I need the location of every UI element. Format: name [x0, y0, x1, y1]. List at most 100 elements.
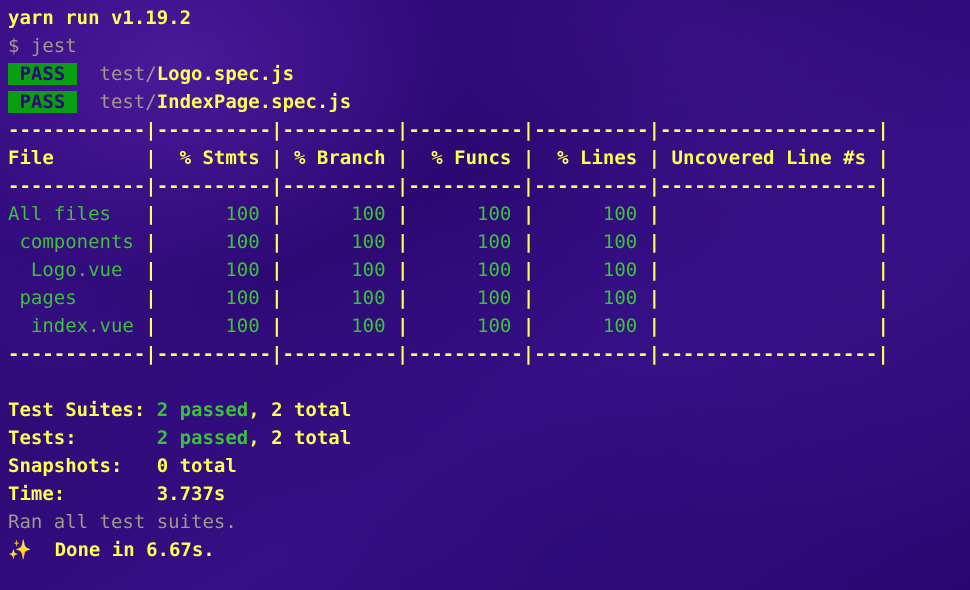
column-divider: |	[396, 147, 409, 169]
cell-lines: 100	[534, 259, 649, 281]
cell-branch: 100	[282, 287, 397, 309]
column-divider: |	[648, 259, 661, 281]
column-divider: |	[271, 147, 283, 169]
summary-time-value: 3.737s	[156, 483, 226, 505]
column-divider: |	[396, 259, 409, 281]
cell-stmts: 100	[156, 315, 272, 337]
summary-passed-count: 2 passed	[156, 427, 249, 449]
header-branch: % Branch	[282, 147, 397, 169]
summary-test-suites-row: Test Suites: 2 passed, 2 total	[8, 396, 970, 424]
column-divider: |	[396, 203, 409, 225]
header-lines: % Lines	[534, 147, 649, 169]
column-divider: |	[271, 231, 283, 253]
cell-uncovered	[660, 231, 877, 253]
test-path-dir: test/	[99, 63, 157, 85]
table-row: index.vue | 100 | 100 | 100 | 100 | |	[8, 312, 970, 340]
test-path-file: Logo.spec.js	[156, 63, 295, 85]
column-divider: |	[145, 259, 157, 281]
command-line: $ jest	[8, 32, 970, 60]
cell-lines: 100	[534, 203, 649, 225]
column-divider: |	[648, 287, 661, 309]
header-file: File	[8, 147, 146, 169]
cell-file: index.vue	[8, 315, 146, 337]
summary-snapshots-row: Snapshots: 0 total	[8, 452, 970, 480]
cell-file: All files	[8, 203, 146, 225]
test-suite-result-row: PASS test/IndexPage.spec.js	[8, 88, 970, 116]
test-path-dir: test/	[99, 91, 157, 113]
coverage-table-top-rule: ------------|----------|----------|-----…	[8, 119, 889, 141]
column-divider: |	[877, 231, 889, 253]
terminal-output: yarn run v1.19.2 $ jest PASS test/Logo.s…	[0, 0, 970, 590]
header-stmts: % Stmts	[156, 147, 272, 169]
ran-all-suites-text: Ran all test suites.	[8, 511, 237, 533]
cell-funcs: 100	[408, 259, 523, 281]
cell-funcs: 100	[408, 203, 523, 225]
summary-tests-row: Tests: 2 passed, 2 total	[8, 424, 970, 452]
cell-stmts: 100	[156, 287, 272, 309]
cell-uncovered	[660, 259, 877, 281]
column-divider: |	[522, 147, 535, 169]
done-line: ✨ Done in 6.67s.	[8, 536, 970, 564]
cell-uncovered	[660, 203, 877, 225]
header-uncovered: Uncovered Line #s	[660, 147, 878, 169]
column-divider: |	[396, 231, 409, 253]
column-divider: |	[396, 315, 409, 337]
cell-lines: 100	[534, 315, 649, 337]
cell-funcs: 100	[408, 287, 523, 309]
summary-label-time: Time:	[8, 483, 157, 505]
cell-lines: 100	[534, 231, 649, 253]
summary-label-snapshots: Snapshots:	[8, 455, 157, 477]
cell-branch: 100	[282, 203, 397, 225]
summary-time-row: Time: 3.737s	[8, 480, 970, 508]
column-divider: |	[648, 315, 661, 337]
cell-funcs: 100	[408, 231, 523, 253]
yarn-run-header-line: yarn run v1.19.2	[8, 4, 970, 32]
column-divider: |	[877, 315, 889, 337]
column-divider: |	[271, 259, 283, 281]
coverage-table-mid-rule: ------------|----------|----------|-----…	[8, 175, 889, 197]
cell-stmts: 100	[156, 231, 272, 253]
coverage-table-header-row: File | % Stmts | % Branch | % Funcs | % …	[8, 144, 970, 172]
table-row: components | 100 | 100 | 100 | 100 | |	[8, 228, 970, 256]
cell-file: components	[8, 231, 146, 253]
table-row: All files | 100 | 100 | 100 | 100 | |	[8, 200, 970, 228]
ran-all-suites-line: Ran all test suites.	[8, 508, 970, 536]
yarn-run-header: yarn run v1.19.2	[8, 7, 192, 29]
summary-total-count: , 2 total	[248, 427, 352, 449]
coverage-table-bottom-rule: ------------|----------|----------|-----…	[8, 343, 889, 365]
column-divider: |	[877, 203, 889, 225]
cell-uncovered	[660, 315, 877, 337]
done-text: Done in 6.67s.	[54, 539, 215, 561]
column-divider: |	[522, 259, 535, 281]
cell-funcs: 100	[408, 315, 523, 337]
column-divider: |	[522, 315, 535, 337]
table-row: Logo.vue | 100 | 100 | 100 | 100 | |	[8, 256, 970, 284]
summary-passed-count: 2 passed	[156, 399, 249, 421]
column-divider: |	[145, 147, 157, 169]
summary-snapshots-value: 0 total	[156, 455, 237, 477]
summary-label-tests: Tests:	[8, 427, 157, 449]
column-divider: |	[648, 231, 661, 253]
column-divider: |	[145, 315, 157, 337]
column-divider: |	[271, 203, 283, 225]
command-text: $ jest	[8, 35, 77, 57]
pass-status-badge: PASS	[8, 63, 77, 85]
column-divider: |	[522, 287, 535, 309]
column-divider: |	[522, 231, 535, 253]
column-divider: |	[648, 147, 661, 169]
column-divider: |	[877, 147, 889, 169]
cell-branch: 100	[282, 231, 397, 253]
sparkles-icon: ✨	[8, 539, 32, 561]
column-divider: |	[145, 287, 157, 309]
column-divider: |	[145, 231, 157, 253]
table-row: pages | 100 | 100 | 100 | 100 | |	[8, 284, 970, 312]
column-divider: |	[145, 203, 157, 225]
summary-label-test-suites: Test Suites:	[8, 399, 157, 421]
column-divider: |	[271, 315, 283, 337]
test-path-file: IndexPage.spec.js	[156, 91, 352, 113]
cell-branch: 100	[282, 259, 397, 281]
cell-file: Logo.vue	[8, 259, 146, 281]
